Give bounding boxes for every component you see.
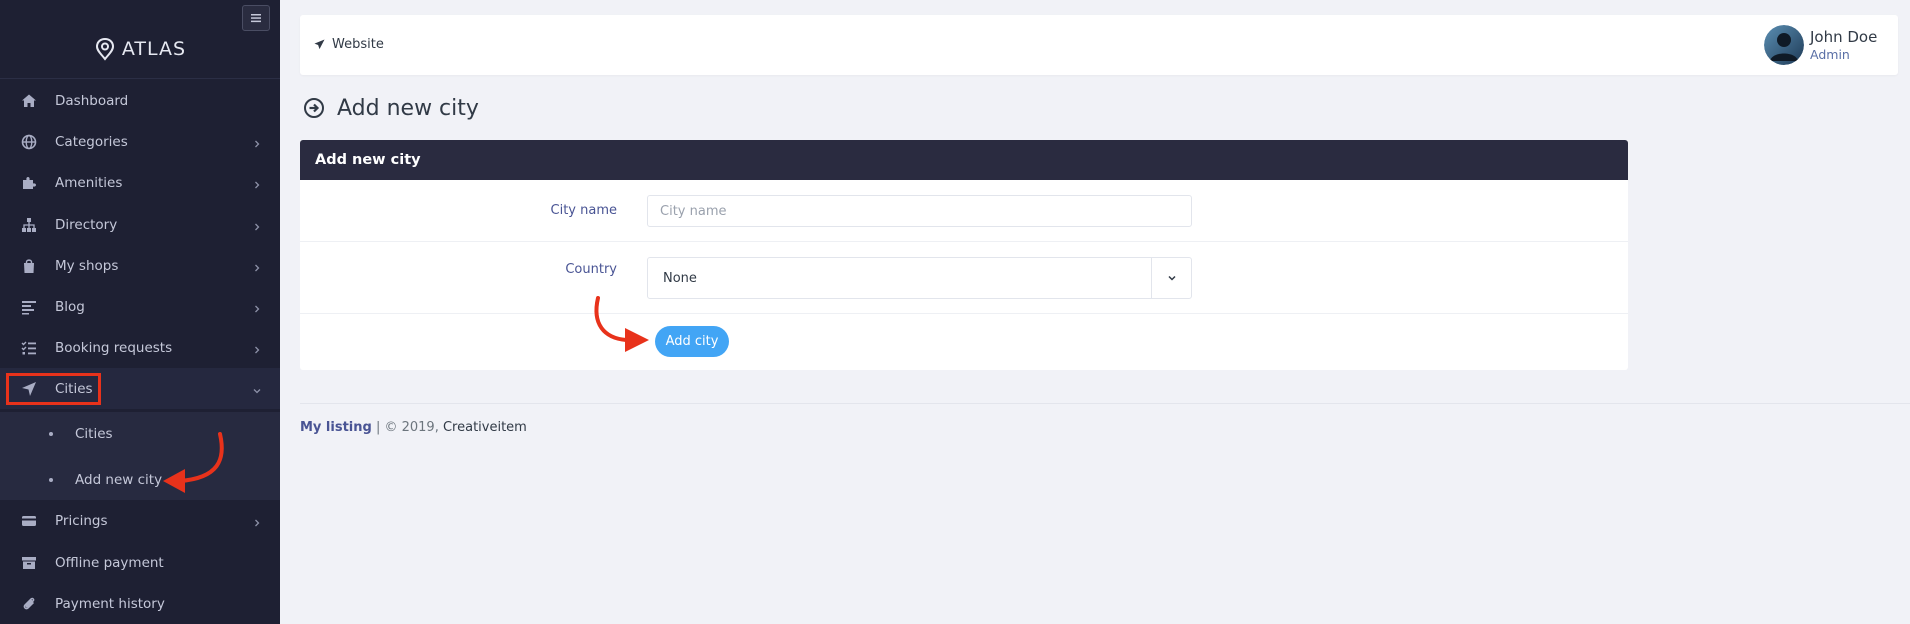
annotation-highlight-box	[6, 373, 101, 405]
sidebar-item-label: Payment history	[55, 595, 165, 612]
submenu-item-label: Add new city	[75, 472, 163, 488]
website-link-label: Website	[332, 37, 384, 52]
country-label: Country	[565, 262, 617, 277]
sidebar-item-categories[interactable]: Categories	[0, 121, 280, 162]
user-role: Admin	[1810, 47, 1850, 62]
sidebar-item-label: Blog	[55, 298, 85, 315]
footer-copyright: | © 2019,	[371, 420, 443, 435]
form-row-city-name: City name	[300, 180, 1628, 242]
sidebar-item-label: My shops	[55, 257, 119, 274]
chevron-right-icon	[252, 343, 262, 353]
country-select-value: None	[663, 271, 697, 286]
sitemap-icon	[20, 216, 38, 234]
submenu-item-cities[interactable]: Cities	[0, 412, 280, 456]
sidebar-item-payment-history[interactable]: Payment history	[0, 583, 280, 624]
chevron-right-icon	[252, 261, 262, 271]
sidebar-item-directory[interactable]: Directory	[0, 204, 280, 245]
sidebar-item-label: Dashboard	[55, 92, 129, 109]
sidebar-item-label: Offline payment	[55, 554, 164, 571]
page-title: Add new city	[303, 95, 479, 121]
sidebar-item-label: Booking requests	[55, 339, 173, 356]
sidebar-item-my-shops[interactable]: My shops	[0, 245, 280, 286]
sidebar-item-pricings[interactable]: Pricings	[0, 500, 280, 541]
avatar	[1764, 25, 1804, 65]
select-arrow[interactable]	[1151, 258, 1191, 298]
footer-divider	[300, 403, 1910, 404]
hamburger-icon	[251, 14, 261, 23]
chevron-down-icon	[1167, 275, 1176, 281]
add-city-card: Add new city City name Country None Add …	[300, 140, 1628, 370]
country-select[interactable]: None	[647, 257, 1192, 299]
topbar: Website John Doe Admin	[300, 15, 1898, 75]
menu-toggle-button[interactable]	[242, 5, 270, 31]
logo-text: ATLAS	[121, 38, 187, 60]
chevron-right-icon	[252, 137, 262, 147]
city-name-input[interactable]	[647, 195, 1192, 227]
chevron-right-icon	[252, 302, 262, 312]
form-row-country: Country None	[300, 242, 1628, 314]
chevron-right-icon	[252, 220, 262, 230]
map-pin-logo-icon	[95, 37, 114, 61]
sidebar: ATLAS Dashboard Categories Amenities Dir…	[0, 0, 280, 624]
cities-submenu: Cities Add new city	[0, 412, 280, 500]
paper-plane-icon	[314, 39, 325, 50]
arrow-circle-right-icon	[304, 98, 324, 118]
footer-brand-link[interactable]: My listing	[300, 420, 372, 435]
submenu-item-label: Cities	[75, 426, 113, 442]
logo[interactable]: ATLAS	[0, 34, 280, 64]
sidebar-item-label: Directory	[55, 216, 118, 233]
chevron-right-icon	[252, 178, 262, 188]
user-name: John Doe	[1810, 28, 1878, 46]
footer-company: Creativeitem	[442, 420, 527, 435]
globe-icon	[20, 133, 38, 151]
sidebar-item-label: Pricings	[55, 512, 108, 529]
footer: My listing | © 2019, Creativeitem	[300, 420, 527, 435]
bullet	[49, 478, 53, 482]
divider	[0, 78, 280, 79]
sidebar-item-blog[interactable]: Blog	[0, 286, 280, 327]
sidebar-item-offline-payment[interactable]: Offline payment	[0, 542, 280, 583]
shopping-bag-icon	[20, 257, 38, 275]
chevron-right-icon	[252, 516, 262, 526]
card-header: Add new city	[300, 140, 1628, 180]
website-link[interactable]: Website	[314, 37, 384, 52]
align-left-icon	[20, 298, 38, 316]
home-icon	[20, 92, 38, 110]
add-city-button[interactable]: Add city	[655, 326, 729, 357]
city-name-label: City name	[550, 203, 617, 218]
user-menu[interactable]: John Doe Admin	[1764, 24, 1894, 66]
archive-icon	[20, 554, 38, 572]
sidebar-item-amenities[interactable]: Amenities	[0, 162, 280, 203]
sidebar-item-dashboard[interactable]: Dashboard	[0, 80, 280, 121]
paperclip-icon	[20, 595, 38, 613]
page-title-text: Add new city	[337, 95, 479, 121]
puzzle-icon	[20, 174, 38, 192]
credit-card-icon	[20, 512, 38, 530]
chevron-down-icon	[252, 384, 262, 394]
sidebar-item-label: Categories	[55, 133, 128, 150]
submenu-item-add-new-city[interactable]: Add new city	[0, 458, 280, 502]
bullet	[49, 432, 53, 436]
sidebar-item-label: Amenities	[55, 174, 123, 191]
sidebar-item-booking-requests[interactable]: Booking requests	[0, 327, 280, 368]
tasks-icon	[20, 339, 38, 357]
